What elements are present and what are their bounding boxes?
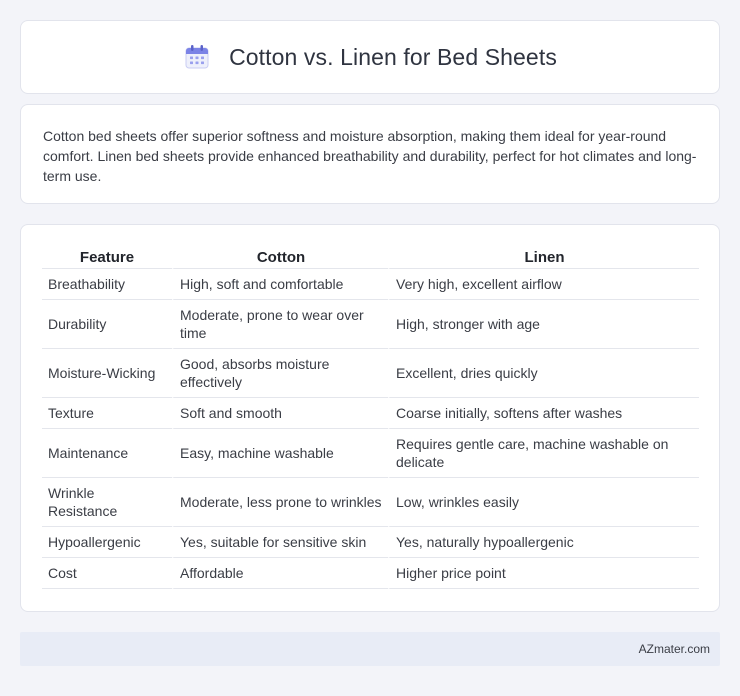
table-row: Texture Soft and smooth Coarse initially… <box>42 398 699 429</box>
cotton-cell: Affordable <box>172 558 388 589</box>
feature-cell: Texture <box>42 398 172 429</box>
table-row: Wrinkle Resistance Moderate, less prone … <box>42 478 699 527</box>
cotton-cell: Yes, suitable for sensitive skin <box>172 527 388 558</box>
linen-cell: Higher price point <box>388 558 699 589</box>
feature-cell: Wrinkle Resistance <box>42 478 172 527</box>
feature-cell: Hypoallergenic <box>42 527 172 558</box>
linen-cell: Requires gentle care, machine washable o… <box>388 429 699 478</box>
feature-cell: Maintenance <box>42 429 172 478</box>
feature-cell: Moisture-Wicking <box>42 349 172 398</box>
linen-cell: Excellent, dries quickly <box>388 349 699 398</box>
linen-cell: Low, wrinkles easily <box>388 478 699 527</box>
summary-text: Cotton bed sheets offer superior softnes… <box>43 128 697 184</box>
cotton-cell: Moderate, less prone to wrinkles <box>172 478 388 527</box>
feature-cell: Breathability <box>42 269 172 300</box>
cotton-cell: Moderate, prone to wear over time <box>172 300 388 349</box>
title-card: Cotton vs. Linen for Bed Sheets <box>20 20 720 94</box>
column-header-linen: Linen <box>388 247 699 269</box>
linen-cell: Coarse initially, softens after washes <box>388 398 699 429</box>
table-row: Hypoallergenic Yes, suitable for sensiti… <box>42 527 699 558</box>
page-title: Cotton vs. Linen for Bed Sheets <box>229 43 557 70</box>
cotton-cell: Soft and smooth <box>172 398 388 429</box>
summary-card: Cotton bed sheets offer superior softnes… <box>20 104 720 204</box>
footer-bar: AZmater.com <box>20 632 720 666</box>
linen-cell: Very high, excellent airflow <box>388 269 699 300</box>
footer-site-label: AZmater.com <box>638 642 710 656</box>
cotton-cell: Easy, machine washable <box>172 429 388 478</box>
column-header-cotton: Cotton <box>172 247 388 269</box>
table-row: Moisture-Wicking Good, absorbs moisture … <box>42 349 699 398</box>
linen-cell: Yes, naturally hypoallergenic <box>388 527 699 558</box>
table-row: Cost Affordable Higher price point <box>42 558 699 589</box>
cotton-cell: High, soft and comfortable <box>172 269 388 300</box>
table-row: Durability Moderate, prone to wear over … <box>42 300 699 349</box>
feature-cell: Durability <box>42 300 172 349</box>
table-header-row: Feature Cotton Linen <box>42 247 699 269</box>
table-row: Maintenance Easy, machine washable Requi… <box>42 429 699 478</box>
title-wrap: Cotton vs. Linen for Bed Sheets <box>183 43 557 71</box>
calendar-icon <box>183 43 211 71</box>
cotton-cell: Good, absorbs moisture effectively <box>172 349 388 398</box>
linen-cell: High, stronger with age <box>388 300 699 349</box>
column-header-feature: Feature <box>42 247 172 269</box>
feature-cell: Cost <box>42 558 172 589</box>
table-row: Breathability High, soft and comfortable… <box>42 269 699 300</box>
comparison-table-card: Feature Cotton Linen Breathability High,… <box>20 224 720 612</box>
comparison-table: Feature Cotton Linen Breathability High,… <box>42 247 699 589</box>
